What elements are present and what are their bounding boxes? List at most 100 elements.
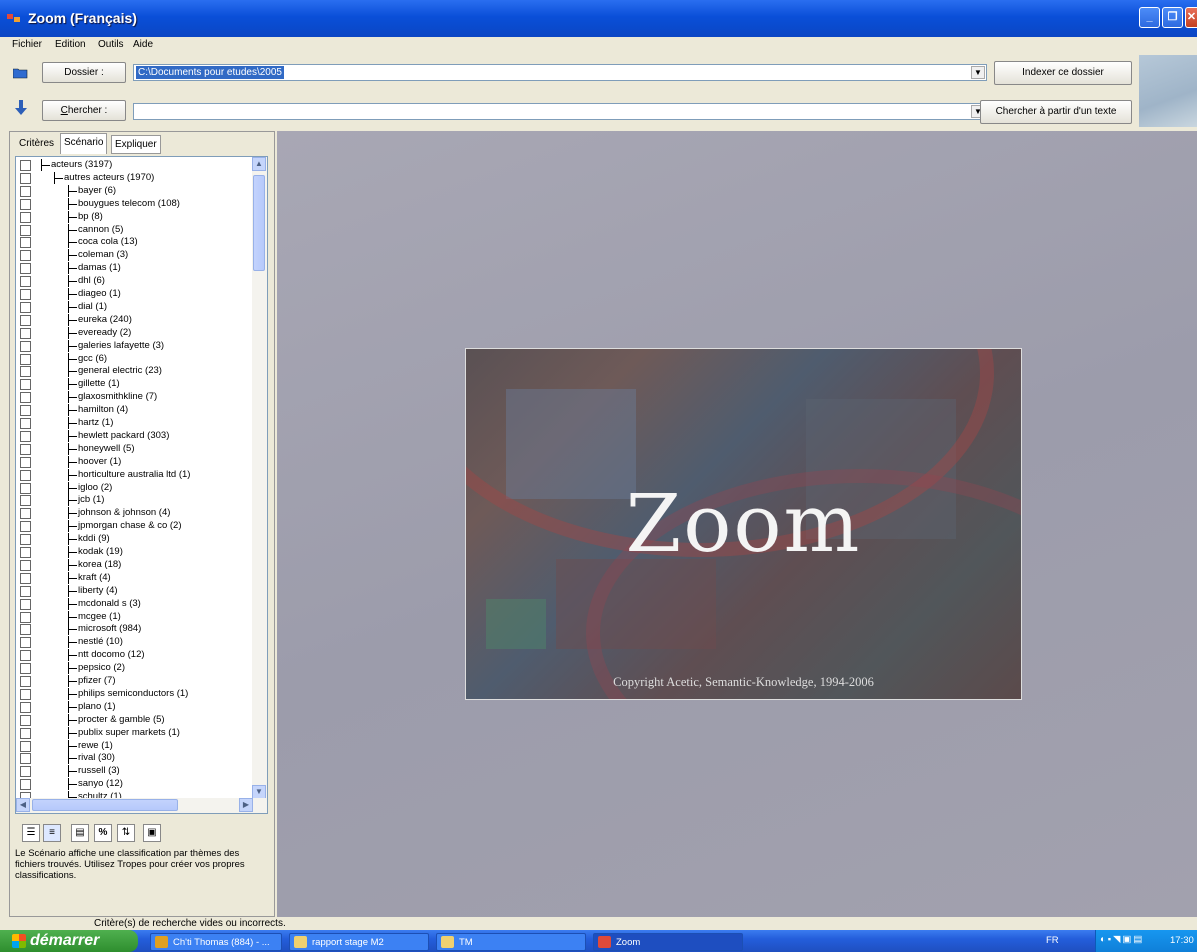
tree-item[interactable]: glaxosmithkline (7) [16,391,252,404]
chevron-down-icon[interactable]: ▼ [971,66,985,79]
tree-checkbox[interactable] [20,430,31,442]
tree-checkbox[interactable] [20,289,31,300]
tree-item[interactable]: hamilton (4) [16,404,252,417]
tree-item[interactable]: hewlett packard (303) [16,429,252,443]
hscroll-thumb[interactable] [32,799,178,811]
vertical-scrollbar[interactable]: ▲ ▼ [252,157,267,799]
tab-expliquer[interactable]: Expliquer [111,135,161,154]
tree-checkbox[interactable] [20,624,31,636]
tree-checkbox[interactable] [20,663,31,675]
tree-checkbox[interactable] [20,379,31,391]
scroll-thumb[interactable] [253,175,265,271]
tree-checkbox[interactable] [20,160,31,171]
tree-checkbox[interactable] [20,701,31,713]
taskbar-item-zoom[interactable]: Zoom [593,933,743,951]
tree-checkbox[interactable] [20,340,31,352]
tree-item[interactable]: philips semiconductors (1) [16,687,252,701]
tree-checkbox[interactable] [20,559,31,571]
menu-fichier[interactable]: Fichier [12,39,42,50]
tree-checkbox[interactable] [20,714,31,726]
tree-checkbox[interactable] [20,676,31,687]
tree-item[interactable]: korea (18) [16,558,252,572]
sort-icon[interactable]: ⇅ [117,824,135,842]
tree-item[interactable]: mcdonald s (3) [16,597,252,611]
tree-item[interactable]: jpmorgan chase & co (2) [16,520,252,533]
tree-checkbox[interactable] [20,211,31,223]
tree-item[interactable]: procter & gamble (5) [16,713,252,727]
tree-checkbox[interactable] [20,185,31,197]
scenario-tree[interactable]: acteurs (3197) autres acteurs (1970) bayer… [15,156,268,814]
minimize-button[interactable]: _ [1139,7,1160,28]
tree-item[interactable]: horticulture australia ltd (1) [16,468,252,482]
export-icon[interactable]: ▣ [143,824,161,842]
tree-item[interactable]: acteurs (3197) [16,159,252,172]
search-from-text-button[interactable]: Chercher à partir d'un texte [980,100,1132,124]
tree-checkbox[interactable] [20,585,31,597]
tree-checkbox[interactable] [20,314,31,326]
tree-checkbox[interactable] [20,224,31,236]
tree-checkbox[interactable] [20,753,31,765]
book-icon[interactable]: ▤ [71,824,89,842]
scroll-right-icon[interactable]: ▶ [239,798,253,812]
tree-checkbox[interactable] [20,418,31,429]
tree-item[interactable]: hoover (1) [16,455,252,469]
tree-checkbox[interactable] [20,469,31,481]
tree-checkbox[interactable] [20,172,31,184]
tree-item[interactable]: general electric (23) [16,365,252,378]
tree-checkbox[interactable] [20,250,31,262]
scroll-up-icon[interactable]: ▲ [252,157,266,171]
maximize-button[interactable]: ❐ [1162,7,1183,28]
tree-item[interactable]: kraft (4) [16,571,252,585]
tree-checkbox[interactable] [20,392,31,404]
percent-icon[interactable]: % [94,824,112,842]
tree-item[interactable]: ntt docomo (12) [16,649,252,662]
tree-checkbox[interactable] [20,779,31,791]
tree-item[interactable]: gillette (1) [16,378,252,391]
tree-checkbox[interactable] [20,547,31,558]
tree-item[interactable]: rewe (1) [16,739,252,753]
tree-item[interactable]: honeywell (5) [16,442,252,456]
tree-checkbox[interactable] [20,353,31,365]
tree-checkbox[interactable] [20,766,31,778]
menu-aide[interactable]: Aide [133,39,153,50]
tree-item[interactable]: bayer (6) [16,184,252,198]
tree-item[interactable]: publix super markets (1) [16,726,252,740]
search-combo[interactable]: ▼ [133,103,987,120]
tree-checkbox[interactable] [20,611,31,623]
tray-icons[interactable]: ◐▪◥▣▤ [1100,934,1144,945]
folder-path-combo[interactable]: C:\Documents pour etudes\2005 ▼ [133,64,987,81]
tree-view-icon[interactable]: ≡ [43,824,61,842]
tree-item[interactable]: hartz (1) [16,417,252,430]
tree-item[interactable]: coca cola (13) [16,236,252,249]
tree-item[interactable]: plano (1) [16,700,252,714]
tree-checkbox[interactable] [20,456,31,468]
tree-item[interactable]: galeries lafayette (3) [16,339,252,353]
tree-item[interactable]: autres acteurs (1970) [16,171,252,185]
tree-checkbox[interactable] [20,508,31,520]
tree-checkbox[interactable] [20,443,31,455]
tree-checkbox[interactable] [20,495,31,507]
tree-item[interactable]: diageo (1) [16,288,252,301]
tree-item[interactable]: bouygues telecom (108) [16,197,252,211]
taskbar-item-tm[interactable]: TM [436,933,586,951]
chercher-button[interactable]: Chercher : [42,100,126,121]
tab-criteres[interactable]: Critères [16,135,57,152]
tree-item[interactable]: pepsico (2) [16,662,252,675]
tab-scenario[interactable]: Scénario [60,133,108,154]
tree-item[interactable]: rival (30) [16,752,252,765]
taskbar-item-rapport[interactable]: rapport stage M2 [289,933,429,951]
tree-checkbox[interactable] [20,521,31,533]
close-button[interactable]: ✕ [1185,7,1197,28]
tree-item[interactable]: johnson & johnson (4) [16,507,252,520]
tree-item[interactable]: jcb (1) [16,494,252,507]
tree-item[interactable]: damas (1) [16,262,252,275]
tree-checkbox[interactable] [20,301,31,313]
tree-item[interactable]: mcgee (1) [16,610,252,624]
scroll-left-icon[interactable]: ◀ [16,798,30,812]
tree-item[interactable]: liberty (4) [16,584,252,598]
tree-item[interactable]: dhl (6) [16,275,252,288]
dossier-button[interactable]: Dossier : [42,62,126,83]
tree-checkbox[interactable] [20,598,31,610]
taskbar-item-mail[interactable]: Ch'ti Thomas (884) - ... [150,933,282,951]
tree-checkbox[interactable] [20,637,31,649]
